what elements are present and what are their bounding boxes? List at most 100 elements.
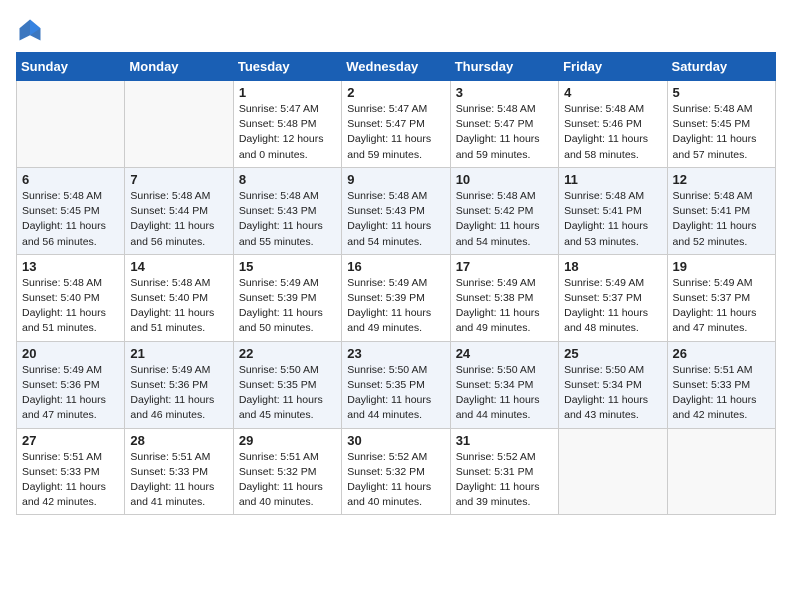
day-number: 24 bbox=[456, 346, 553, 361]
day-number: 16 bbox=[347, 259, 444, 274]
calendar-day bbox=[559, 428, 667, 515]
calendar-day: 16 Sunrise: 5:49 AMSunset: 5:39 PMDayligh… bbox=[342, 254, 450, 341]
day-number: 10 bbox=[456, 172, 553, 187]
day-number: 5 bbox=[673, 85, 770, 100]
day-info: Sunrise: 5:51 AMSunset: 5:33 PMDaylight:… bbox=[130, 450, 227, 511]
calendar-day: 28 Sunrise: 5:51 AMSunset: 5:33 PMDayligh… bbox=[125, 428, 233, 515]
day-number: 22 bbox=[239, 346, 336, 361]
day-info: Sunrise: 5:52 AMSunset: 5:31 PMDaylight:… bbox=[456, 450, 553, 511]
day-info: Sunrise: 5:49 AMSunset: 5:36 PMDaylight:… bbox=[130, 363, 227, 424]
day-number: 12 bbox=[673, 172, 770, 187]
weekday-header-wednesday: Wednesday bbox=[342, 53, 450, 81]
day-number: 28 bbox=[130, 433, 227, 448]
day-info: Sunrise: 5:48 AMSunset: 5:40 PMDaylight:… bbox=[22, 276, 119, 337]
calendar-day: 29 Sunrise: 5:51 AMSunset: 5:32 PMDayligh… bbox=[233, 428, 341, 515]
calendar-day: 23Sunrise: 5:50 AMSunset: 5:35 PMDayligh… bbox=[342, 341, 450, 428]
logo bbox=[16, 16, 48, 44]
day-number: 4 bbox=[564, 85, 661, 100]
calendar-day: 15 Sunrise: 5:49 AMSunset: 5:39 PMDayligh… bbox=[233, 254, 341, 341]
calendar-day: 11 Sunrise: 5:48 AMSunset: 5:41 PMDayligh… bbox=[559, 167, 667, 254]
day-number: 6 bbox=[22, 172, 119, 187]
calendar-day: 30 Sunrise: 5:52 AMSunset: 5:32 PMDayligh… bbox=[342, 428, 450, 515]
calendar-day: 13 Sunrise: 5:48 AMSunset: 5:40 PMDayligh… bbox=[17, 254, 125, 341]
day-info: Sunrise: 5:48 AMSunset: 5:45 PMDaylight:… bbox=[673, 102, 770, 163]
day-info: Sunrise: 5:47 AMSunset: 5:48 PMDaylight:… bbox=[239, 102, 336, 163]
calendar-day: 6 Sunrise: 5:48 AMSunset: 5:45 PMDaylight… bbox=[17, 167, 125, 254]
day-number: 21 bbox=[130, 346, 227, 361]
day-number: 1 bbox=[239, 85, 336, 100]
calendar-day: 8 Sunrise: 5:48 AMSunset: 5:43 PMDaylight… bbox=[233, 167, 341, 254]
day-info: Sunrise: 5:48 AMSunset: 5:45 PMDaylight:… bbox=[22, 189, 119, 250]
calendar-week-2: 6 Sunrise: 5:48 AMSunset: 5:45 PMDaylight… bbox=[17, 167, 776, 254]
calendar-day bbox=[125, 81, 233, 168]
day-info: Sunrise: 5:50 AMSunset: 5:35 PMDaylight:… bbox=[347, 363, 444, 424]
calendar-day: 12 Sunrise: 5:48 AMSunset: 5:41 PMDayligh… bbox=[667, 167, 775, 254]
day-info: Sunrise: 5:48 AMSunset: 5:41 PMDaylight:… bbox=[673, 189, 770, 250]
weekday-header-saturday: Saturday bbox=[667, 53, 775, 81]
calendar-day: 1 Sunrise: 5:47 AMSunset: 5:48 PMDaylight… bbox=[233, 81, 341, 168]
day-info: Sunrise: 5:49 AMSunset: 5:37 PMDaylight:… bbox=[564, 276, 661, 337]
calendar-day: 20Sunrise: 5:49 AMSunset: 5:36 PMDayligh… bbox=[17, 341, 125, 428]
calendar-day: 5 Sunrise: 5:48 AMSunset: 5:45 PMDaylight… bbox=[667, 81, 775, 168]
weekday-header-friday: Friday bbox=[559, 53, 667, 81]
day-info: Sunrise: 5:51 AMSunset: 5:33 PMDaylight:… bbox=[673, 363, 770, 424]
day-number: 3 bbox=[456, 85, 553, 100]
day-number: 8 bbox=[239, 172, 336, 187]
day-number: 13 bbox=[22, 259, 119, 274]
day-number: 2 bbox=[347, 85, 444, 100]
day-number: 18 bbox=[564, 259, 661, 274]
day-info: Sunrise: 5:50 AMSunset: 5:34 PMDaylight:… bbox=[564, 363, 661, 424]
page-header bbox=[16, 16, 776, 44]
day-number: 25 bbox=[564, 346, 661, 361]
calendar-day: 2 Sunrise: 5:47 AMSunset: 5:47 PMDaylight… bbox=[342, 81, 450, 168]
day-info: Sunrise: 5:49 AMSunset: 5:37 PMDaylight:… bbox=[673, 276, 770, 337]
calendar-day: 22 Sunrise: 5:50 AMSunset: 5:35 PMDayligh… bbox=[233, 341, 341, 428]
day-info: Sunrise: 5:48 AMSunset: 5:43 PMDaylight:… bbox=[239, 189, 336, 250]
day-info: Sunrise: 5:52 AMSunset: 5:32 PMDaylight:… bbox=[347, 450, 444, 511]
calendar-day bbox=[667, 428, 775, 515]
calendar-day: 21 Sunrise: 5:49 AMSunset: 5:36 PMDayligh… bbox=[125, 341, 233, 428]
day-number: 29 bbox=[239, 433, 336, 448]
day-number: 14 bbox=[130, 259, 227, 274]
day-number: 9 bbox=[347, 172, 444, 187]
day-info: Sunrise: 5:50 AMSunset: 5:34 PMDaylight:… bbox=[456, 363, 553, 424]
calendar-day: 14 Sunrise: 5:48 AMSunset: 5:40 PMDayligh… bbox=[125, 254, 233, 341]
weekday-header-thursday: Thursday bbox=[450, 53, 558, 81]
day-info: Sunrise: 5:48 AMSunset: 5:40 PMDaylight:… bbox=[130, 276, 227, 337]
day-number: 17 bbox=[456, 259, 553, 274]
day-info: Sunrise: 5:48 AMSunset: 5:46 PMDaylight:… bbox=[564, 102, 661, 163]
calendar-day: 10Sunrise: 5:48 AMSunset: 5:42 PMDayligh… bbox=[450, 167, 558, 254]
day-info: Sunrise: 5:50 AMSunset: 5:35 PMDaylight:… bbox=[239, 363, 336, 424]
weekday-header-monday: Monday bbox=[125, 53, 233, 81]
calendar-day: 18 Sunrise: 5:49 AMSunset: 5:37 PMDayligh… bbox=[559, 254, 667, 341]
day-info: Sunrise: 5:48 AMSunset: 5:47 PMDaylight:… bbox=[456, 102, 553, 163]
calendar-week-3: 13 Sunrise: 5:48 AMSunset: 5:40 PMDayligh… bbox=[17, 254, 776, 341]
day-number: 7 bbox=[130, 172, 227, 187]
day-number: 19 bbox=[673, 259, 770, 274]
calendar-day: 3 Sunrise: 5:48 AMSunset: 5:47 PMDaylight… bbox=[450, 81, 558, 168]
day-info: Sunrise: 5:49 AMSunset: 5:36 PMDaylight:… bbox=[22, 363, 119, 424]
calendar-day: 27Sunrise: 5:51 AMSunset: 5:33 PMDayligh… bbox=[17, 428, 125, 515]
day-info: Sunrise: 5:49 AMSunset: 5:39 PMDaylight:… bbox=[347, 276, 444, 337]
day-info: Sunrise: 5:51 AMSunset: 5:32 PMDaylight:… bbox=[239, 450, 336, 511]
weekday-header-row: SundayMondayTuesdayWednesdayThursdayFrid… bbox=[17, 53, 776, 81]
calendar-day: 31Sunrise: 5:52 AMSunset: 5:31 PMDayligh… bbox=[450, 428, 558, 515]
day-number: 30 bbox=[347, 433, 444, 448]
calendar-day: 19 Sunrise: 5:49 AMSunset: 5:37 PMDayligh… bbox=[667, 254, 775, 341]
day-info: Sunrise: 5:51 AMSunset: 5:33 PMDaylight:… bbox=[22, 450, 119, 511]
day-number: 26 bbox=[673, 346, 770, 361]
calendar-table: SundayMondayTuesdayWednesdayThursdayFrid… bbox=[16, 52, 776, 515]
day-info: Sunrise: 5:47 AMSunset: 5:47 PMDaylight:… bbox=[347, 102, 444, 163]
day-info: Sunrise: 5:49 AMSunset: 5:39 PMDaylight:… bbox=[239, 276, 336, 337]
calendar-day: 25 Sunrise: 5:50 AMSunset: 5:34 PMDayligh… bbox=[559, 341, 667, 428]
calendar-day: 4 Sunrise: 5:48 AMSunset: 5:46 PMDaylight… bbox=[559, 81, 667, 168]
day-number: 15 bbox=[239, 259, 336, 274]
day-info: Sunrise: 5:48 AMSunset: 5:44 PMDaylight:… bbox=[130, 189, 227, 250]
day-number: 11 bbox=[564, 172, 661, 187]
calendar-week-5: 27Sunrise: 5:51 AMSunset: 5:33 PMDayligh… bbox=[17, 428, 776, 515]
calendar-week-4: 20Sunrise: 5:49 AMSunset: 5:36 PMDayligh… bbox=[17, 341, 776, 428]
day-info: Sunrise: 5:48 AMSunset: 5:41 PMDaylight:… bbox=[564, 189, 661, 250]
calendar-week-1: 1 Sunrise: 5:47 AMSunset: 5:48 PMDaylight… bbox=[17, 81, 776, 168]
weekday-header-sunday: Sunday bbox=[17, 53, 125, 81]
weekday-header-tuesday: Tuesday bbox=[233, 53, 341, 81]
